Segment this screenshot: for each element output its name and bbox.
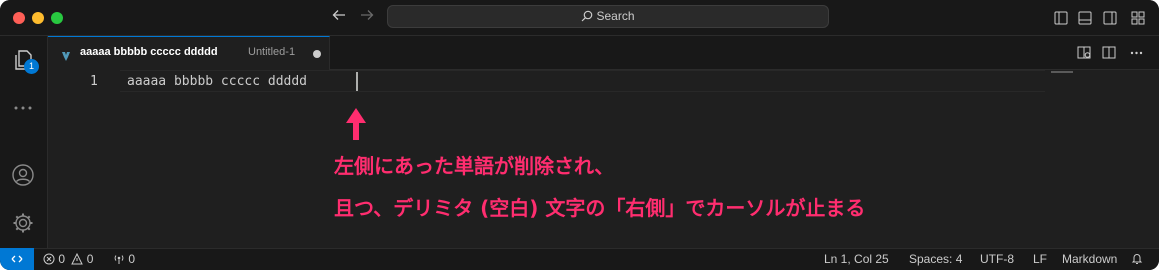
toggle-primary-sidebar-icon[interactable] bbox=[1054, 10, 1068, 29]
tab-description: Untitled-1 bbox=[248, 46, 296, 58]
warning-icon bbox=[71, 252, 84, 265]
search-label: Search bbox=[596, 9, 635, 23]
split-editor-icon[interactable] bbox=[1102, 45, 1117, 64]
end-of-line[interactable]: LF bbox=[1033, 252, 1047, 266]
notifications-bell-icon[interactable] bbox=[1131, 252, 1143, 266]
encoding[interactable]: UTF-8 bbox=[980, 252, 1014, 266]
back-arrow-icon[interactable] bbox=[331, 7, 347, 27]
toggle-panel-icon[interactable] bbox=[1078, 10, 1092, 29]
command-center-search[interactable]: Search bbox=[387, 5, 829, 28]
settings-gear-icon[interactable] bbox=[11, 211, 35, 239]
customize-layout-icon[interactable] bbox=[1131, 10, 1145, 29]
open-preview-to-side-icon[interactable] bbox=[1077, 45, 1092, 64]
editor-tabs: aaaaa bbbbb ccccc ddddd Untitled-1 bbox=[48, 36, 1159, 70]
status-bar: 0 0 0 Ln 1, Col 25 Spaces: 4 UTF-8 LF Ma… bbox=[0, 248, 1159, 270]
tab-untitled-1[interactable]: aaaaa bbbbb ccccc ddddd Untitled-1 bbox=[48, 36, 330, 70]
editor-area[interactable]: 1 aaaaa bbbbb ccccc ddddd 左側にあった単語が削除され、… bbox=[48, 70, 1159, 248]
minimap[interactable] bbox=[1051, 71, 1073, 73]
error-count: 0 bbox=[58, 252, 66, 266]
vscode-window: Search 1 aaaaa bbbbb ccccc ddddd Untitle… bbox=[0, 0, 1159, 270]
annotation-line-2: 且つ、デリミタ (空白) 文字の「右側」でカーソルが止まる bbox=[334, 196, 866, 220]
title-bar: Search bbox=[0, 0, 1159, 36]
unsaved-dot-icon[interactable] bbox=[313, 50, 321, 58]
remote-icon bbox=[11, 255, 23, 263]
warning-count: 0 bbox=[86, 252, 94, 266]
language-mode[interactable]: Markdown bbox=[1062, 252, 1117, 266]
close-window-button[interactable] bbox=[13, 12, 25, 24]
more-views-icon[interactable] bbox=[11, 96, 35, 124]
text-cursor bbox=[356, 72, 358, 91]
activity-bar: 1 bbox=[0, 36, 48, 248]
annotation-line-1: 左側にあった単語が削除され、 bbox=[334, 154, 615, 178]
ports-count: 0 bbox=[128, 252, 136, 266]
markdown-file-icon bbox=[60, 47, 72, 66]
remote-indicator[interactable] bbox=[0, 248, 34, 270]
annotation-arrow-icon bbox=[343, 106, 369, 146]
accounts-icon[interactable] bbox=[11, 163, 35, 191]
line-number: 1 bbox=[90, 74, 98, 89]
broadcast-icon bbox=[114, 255, 124, 264]
tab-label: aaaaa bbbbb ccccc ddddd bbox=[80, 46, 218, 58]
explorer-badge: 1 bbox=[24, 59, 39, 74]
maximize-window-button[interactable] bbox=[51, 12, 63, 24]
search-icon bbox=[582, 10, 593, 22]
line-text[interactable]: aaaaa bbbbb ccccc ddddd bbox=[127, 74, 315, 89]
minimize-window-button[interactable] bbox=[32, 12, 44, 24]
cursor-position[interactable]: Ln 1, Col 25 bbox=[824, 252, 889, 266]
ports-indicator[interactable]: 0 bbox=[113, 252, 135, 266]
forward-arrow-icon[interactable] bbox=[359, 7, 375, 27]
indentation[interactable]: Spaces: 4 bbox=[909, 252, 962, 266]
more-actions-icon[interactable] bbox=[1129, 45, 1144, 64]
toggle-secondary-sidebar-icon[interactable] bbox=[1103, 10, 1117, 29]
problems-indicator[interactable]: 0 0 bbox=[43, 252, 93, 266]
error-icon bbox=[43, 253, 55, 265]
